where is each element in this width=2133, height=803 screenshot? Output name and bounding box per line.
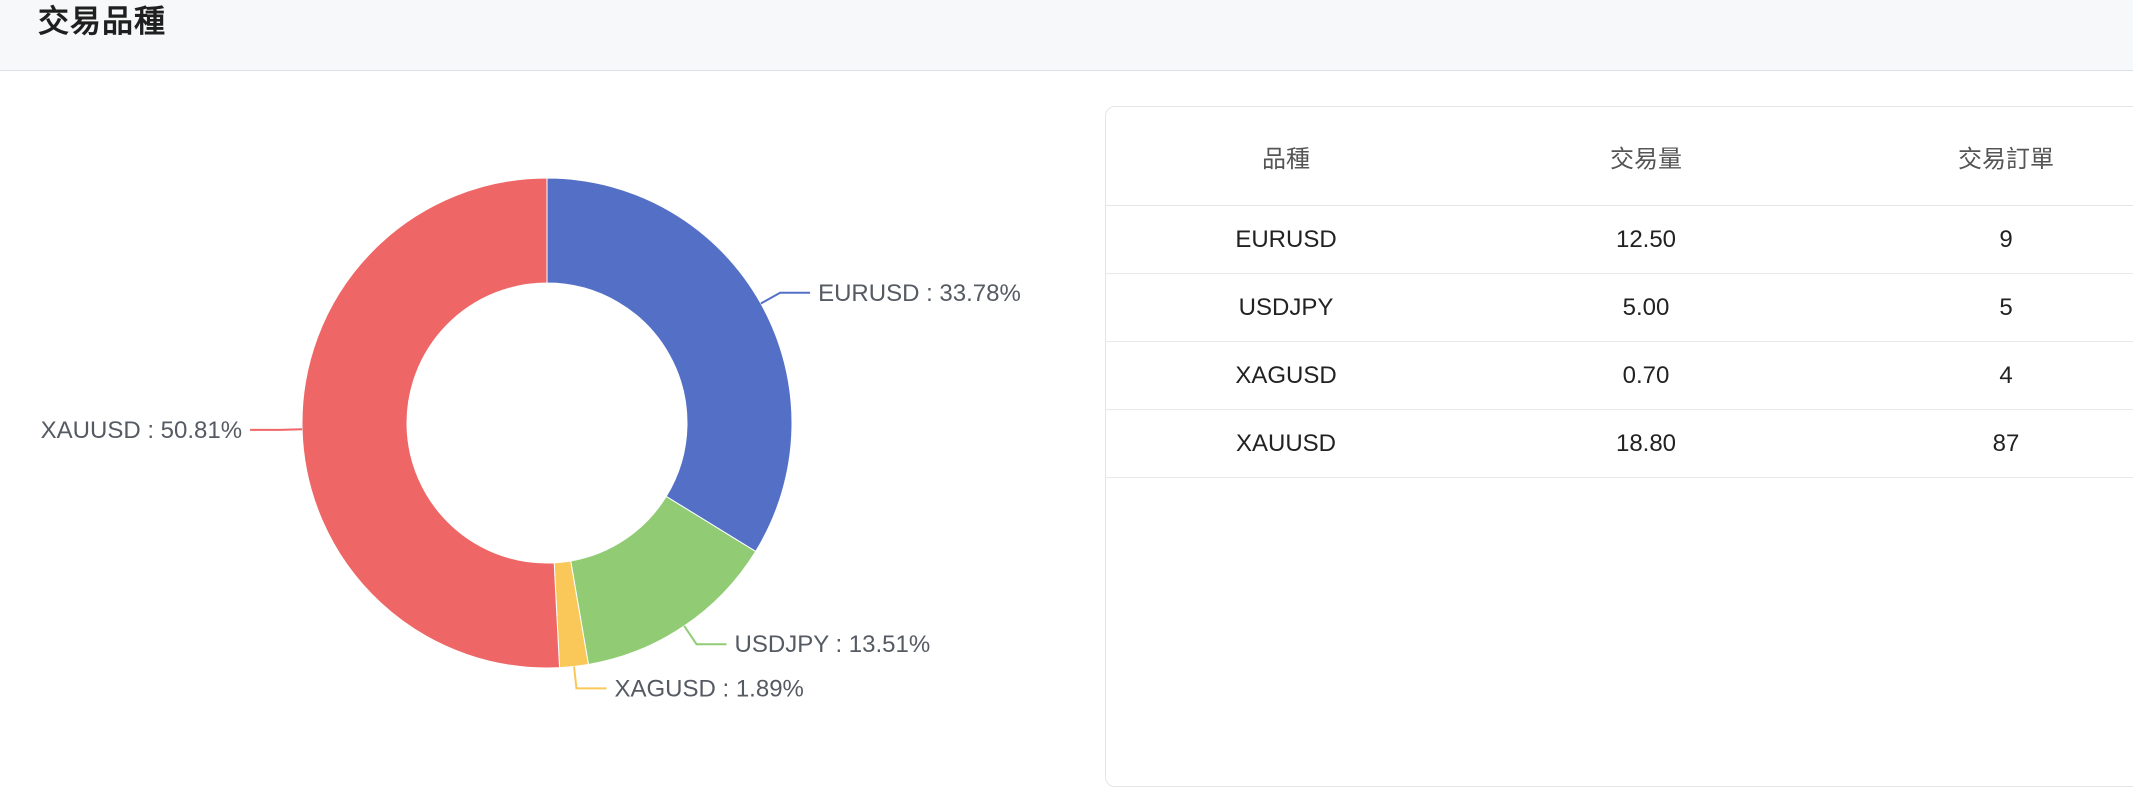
cell-orders: 9 (1826, 205, 2133, 274)
slice-label-xagusd: XAGUSD : 1.89% (614, 675, 803, 702)
cell-symbol: USDJPY (1106, 273, 1466, 342)
leader-line-eurusd (760, 291, 811, 305)
page-header: 交易品種 (0, 0, 2133, 71)
table-row: USDJPY 5.00 5 (1106, 273, 2133, 342)
cell-symbol: XAGUSD (1106, 341, 1466, 410)
slice-label-usdjpy: USDJPY : 13.51% (735, 631, 931, 658)
symbol-table: 品種 交易量 交易訂單 EURUSD 12.50 9 USDJPY 5.00 5… (1106, 107, 2133, 478)
cell-symbol: EURUSD (1106, 205, 1466, 274)
leader-line-xauusd (250, 428, 303, 431)
table-row: XAGUSD 0.70 4 (1106, 341, 2133, 410)
symbol-table-card: 品種 交易量 交易訂單 EURUSD 12.50 9 USDJPY 5.00 5… (1105, 106, 2133, 787)
cell-volume: 18.80 (1466, 409, 1826, 478)
cell-orders: 4 (1826, 341, 2133, 410)
column-header-symbol: 品種 (1106, 107, 1466, 206)
donut-chart: EURUSD : 33.78% USDJPY : 13.51% XAGUSD : 1… (0, 72, 1105, 803)
column-header-orders: 交易訂單 (1826, 107, 2133, 206)
leader-line-usdjpy (683, 625, 727, 646)
cell-volume: 0.70 (1466, 341, 1826, 410)
table-header-row: 品種 交易量 交易訂單 (1106, 107, 2133, 206)
cell-volume: 5.00 (1466, 273, 1826, 342)
leader-line-xagusd (573, 666, 607, 690)
slice-label-xauusd: XAUUSD : 50.81% (41, 417, 242, 444)
slice-xauusd[interactable] (301, 177, 561, 669)
cell-orders: 87 (1826, 409, 2133, 478)
cell-volume: 12.50 (1466, 205, 1826, 274)
cell-orders: 5 (1826, 273, 2133, 342)
slice-label-eurusd: EURUSD : 33.78% (818, 280, 1021, 307)
cell-symbol: XAUUSD (1106, 409, 1466, 478)
slice-eurusd[interactable] (546, 177, 793, 553)
donut-chart-svg: EURUSD : 33.78% USDJPY : 13.51% XAGUSD : 1… (41, 177, 1021, 702)
page-title: 交易品種 (38, 4, 166, 40)
table-row: EURUSD 12.50 9 (1106, 205, 2133, 274)
table-row: XAUUSD 18.80 87 (1106, 409, 2133, 478)
column-header-volume: 交易量 (1466, 107, 1826, 206)
